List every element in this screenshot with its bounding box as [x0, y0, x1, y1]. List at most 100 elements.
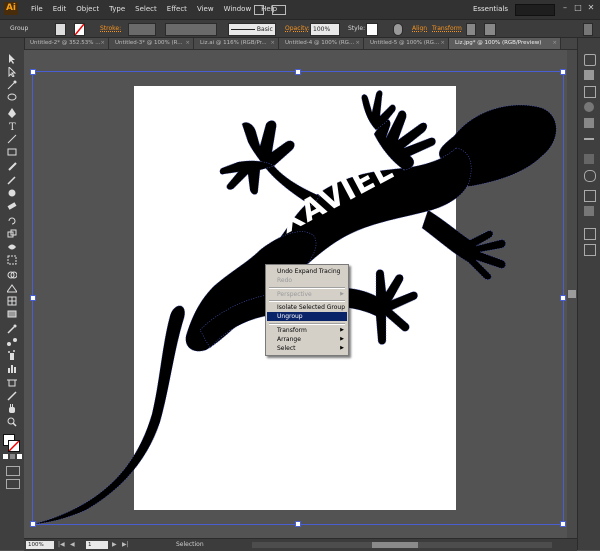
- close-tab-icon[interactable]: ×: [552, 38, 557, 49]
- resize-handle-right[interactable]: [560, 295, 566, 301]
- eyedropper-tool-icon[interactable]: [7, 324, 17, 334]
- graphic-styles-icon[interactable]: [584, 206, 594, 216]
- gradient-panel-icon[interactable]: [584, 154, 594, 164]
- fill-swatch[interactable]: [55, 23, 66, 36]
- scroll-thumb[interactable]: [372, 542, 418, 548]
- eraser-tool-icon[interactable]: [7, 201, 17, 211]
- artboards-icon[interactable]: [584, 244, 596, 256]
- draw-mode-icon[interactable]: [6, 466, 20, 476]
- stroke-color-swatch[interactable]: [8, 440, 20, 452]
- artboard-tool-icon[interactable]: [7, 378, 17, 388]
- color-guide-icon[interactable]: [584, 70, 594, 80]
- brush-definition-field[interactable]: Basic: [228, 23, 276, 36]
- horizontal-scrollbar[interactable]: [252, 542, 552, 548]
- stroke-swatch[interactable]: [74, 23, 85, 36]
- rotate-tool-icon[interactable]: [7, 216, 17, 226]
- minimize-icon[interactable]: –: [560, 3, 570, 13]
- menu-window[interactable]: Window: [219, 0, 257, 19]
- vertical-scrollbar[interactable]: [567, 50, 577, 538]
- variable-width-profile[interactable]: [165, 23, 217, 36]
- scroll-thumb[interactable]: [568, 290, 576, 298]
- close-tab-icon[interactable]: ×: [355, 38, 360, 49]
- color-mode-icon[interactable]: [3, 454, 8, 459]
- slice-tool-icon[interactable]: [7, 391, 17, 401]
- color-panel-icon[interactable]: [584, 54, 596, 66]
- opacity-input[interactable]: 100%: [310, 23, 340, 36]
- menu-object[interactable]: Object: [71, 0, 104, 19]
- maximize-icon[interactable]: □: [573, 3, 583, 13]
- arrange-documents-icon[interactable]: [272, 5, 286, 15]
- last-artboard-icon[interactable]: ▶|: [122, 541, 129, 548]
- tab-untitled-5[interactable]: Untitled-5 @ 100% (RG... ×: [364, 38, 449, 49]
- layers-icon[interactable]: [584, 228, 596, 240]
- tab-untitled-4[interactable]: Untitled-4 @ 100% (RG... ×: [279, 38, 364, 49]
- line-segment-tool-icon[interactable]: [7, 134, 17, 144]
- close-icon[interactable]: ✕: [586, 3, 596, 13]
- swatches-icon[interactable]: [584, 86, 596, 98]
- menu-view[interactable]: View: [192, 0, 219, 19]
- panel-menu-icon[interactable]: [583, 23, 593, 36]
- menu-item-undo-expand-tracing[interactable]: Undo Expand Tracing: [267, 267, 347, 276]
- workspace-switcher[interactable]: Essentials: [473, 0, 508, 19]
- scale-tool-icon[interactable]: [7, 229, 17, 239]
- align-link[interactable]: Align: [412, 20, 427, 37]
- zoom-level-field[interactable]: 100%: [26, 541, 54, 549]
- symbols-icon[interactable]: [584, 118, 594, 128]
- screen-mode-icon[interactable]: [6, 479, 20, 489]
- menu-select[interactable]: Select: [130, 0, 162, 19]
- resize-handle-left[interactable]: [30, 295, 36, 301]
- selection-tool-icon[interactable]: [7, 54, 17, 64]
- hand-tool-icon[interactable]: [7, 404, 17, 414]
- transform-link[interactable]: Transform: [432, 20, 462, 37]
- menu-item-transform[interactable]: Transform ▶: [267, 326, 347, 335]
- perspective-grid-tool-icon[interactable]: [7, 283, 17, 293]
- rectangle-tool-icon[interactable]: [7, 147, 17, 157]
- close-tab-icon[interactable]: ×: [100, 38, 105, 49]
- type-tool-icon[interactable]: T: [7, 121, 17, 131]
- artboard-number-field[interactable]: 1: [86, 541, 108, 549]
- stroke-label[interactable]: Stroke:: [100, 20, 121, 37]
- menu-item-isolate-selected-group[interactable]: Isolate Selected Group: [267, 303, 347, 312]
- gradient-mode-icon[interactable]: [10, 454, 15, 459]
- appearance-icon[interactable]: [584, 190, 596, 202]
- resize-handle-bottom[interactable]: [295, 521, 301, 527]
- stroke-panel-icon[interactable]: [584, 138, 594, 140]
- close-tab-icon[interactable]: ×: [185, 38, 190, 49]
- menu-type[interactable]: Type: [104, 0, 130, 19]
- blend-tool-icon[interactable]: [7, 337, 17, 347]
- resize-handle-bottom-right[interactable]: [560, 521, 566, 527]
- resize-handle-top-right[interactable]: [560, 69, 566, 75]
- first-artboard-icon[interactable]: |◀: [58, 541, 65, 548]
- none-mode-icon[interactable]: [17, 454, 22, 459]
- graphic-style-swatch[interactable]: [366, 23, 378, 36]
- close-tab-icon[interactable]: ×: [440, 38, 445, 49]
- tab-untitled-2[interactable]: Untitled-2* @ 352.53% ... ×: [24, 38, 109, 49]
- paintbrush-tool-icon[interactable]: [7, 162, 17, 172]
- isolate-group-icon[interactable]: [466, 23, 476, 36]
- current-tool-status[interactable]: Selection: [176, 539, 204, 551]
- lasso-tool-icon[interactable]: [7, 93, 17, 103]
- mesh-tool-icon[interactable]: [7, 296, 17, 306]
- menu-item-ungroup[interactable]: Ungroup: [267, 312, 347, 321]
- next-artboard-icon[interactable]: ▶: [112, 541, 117, 548]
- brushes-icon[interactable]: [584, 102, 594, 112]
- menu-edit[interactable]: Edit: [48, 0, 72, 19]
- previous-artboard-icon[interactable]: ◀: [70, 541, 75, 548]
- menu-item-arrange[interactable]: Arrange ▶: [267, 335, 347, 344]
- resize-handle-top-left[interactable]: [30, 69, 36, 75]
- symbol-sprayer-tool-icon[interactable]: [7, 350, 17, 360]
- pencil-tool-icon[interactable]: [7, 175, 17, 185]
- width-tool-icon[interactable]: [7, 242, 17, 252]
- direct-selection-tool-icon[interactable]: [7, 67, 17, 77]
- zoom-tool-icon[interactable]: [7, 417, 17, 427]
- menu-item-select[interactable]: Select ▶: [267, 344, 347, 353]
- close-tab-icon[interactable]: ×: [270, 38, 275, 49]
- menu-file[interactable]: File: [26, 0, 48, 19]
- blob-brush-tool-icon[interactable]: [7, 188, 17, 198]
- tab-liz-jpg[interactable]: Liz.jpg* @ 100% (RGB/Preview) ×: [449, 38, 561, 49]
- recolor-artwork-icon[interactable]: [393, 23, 403, 36]
- tab-untitled-3[interactable]: Untitled-3* @ 100% (R... ×: [109, 38, 194, 49]
- search-input[interactable]: [515, 4, 555, 16]
- bridge-icon[interactable]: [254, 5, 264, 15]
- menu-effect[interactable]: Effect: [162, 0, 192, 19]
